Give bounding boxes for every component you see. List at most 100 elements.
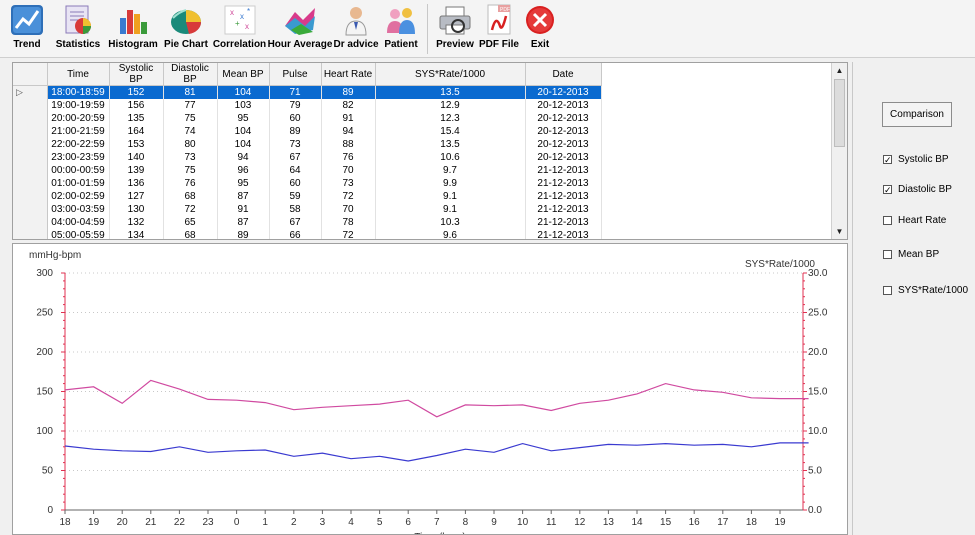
- table-row[interactable]: 21:00-21:59 164 74 104 89 94 15.4 20-12-2013: [13, 124, 602, 138]
- statistics-icon: [65, 5, 91, 34]
- column-header[interactable]: Heart Rate: [321, 63, 376, 86]
- table-cell: 73: [163, 150, 218, 164]
- y2-tick-label: 20.0: [808, 347, 828, 358]
- toolbar-hour-average-button[interactable]: Hour Average: [267, 0, 333, 58]
- comparison-button[interactable]: Comparison: [882, 102, 952, 127]
- toolbar-statistics-button[interactable]: Statistics: [50, 0, 106, 58]
- checkbox-unchecked-icon[interactable]: [883, 216, 892, 225]
- trend-chart-svg: 0501001502002503000.05.010.015.020.025.0…: [29, 250, 828, 534]
- row-header-cell[interactable]: [13, 150, 48, 164]
- toolbar-pie-chart-button[interactable]: Pie Chart: [160, 0, 212, 58]
- x-tick-label: 2: [291, 517, 297, 528]
- data-table: Time Systolic BP Diastolic BP Mean BP Pulse H…: [13, 63, 602, 239]
- x-tick-label: 21: [145, 517, 157, 528]
- y2-tick-label: 15.0: [808, 387, 828, 398]
- table-cell: 94: [217, 150, 270, 164]
- column-header[interactable]: Time: [47, 63, 110, 86]
- patient-icon: [387, 8, 415, 34]
- table-row[interactable]: 20:00-20:59 135 75 95 60 91 12.3 20-12-2013: [13, 111, 602, 125]
- table-cell: 104: [217, 124, 270, 138]
- y2-tick-label: 5.0: [808, 466, 822, 477]
- table-cell: 81: [163, 85, 218, 99]
- toolbar-pdf-file-button[interactable]: PDF PDF File: [478, 0, 520, 58]
- column-header[interactable]: SYS*Rate/1000: [375, 63, 526, 86]
- table-cell: 04:00-04:59: [47, 215, 110, 229]
- table-row[interactable]: 04:00-04:59 132 65 87 67 78 10.3 21-12-2013: [13, 215, 602, 229]
- checkbox-unchecked-icon[interactable]: [883, 286, 892, 295]
- checkbox-sys-rate-1000[interactable]: SYS*Rate/1000: [883, 285, 968, 296]
- table-cell: 66: [269, 228, 322, 239]
- table-cell: 87: [217, 215, 270, 229]
- row-header-cell[interactable]: [13, 163, 48, 177]
- row-header-cell[interactable]: [13, 176, 48, 190]
- checkbox-heart-rate[interactable]: Heart Rate: [883, 215, 946, 226]
- checkbox-checked-icon[interactable]: ✓: [883, 155, 892, 165]
- checkbox-checked-icon[interactable]: ✓: [883, 185, 892, 195]
- row-header-cell[interactable]: [13, 215, 48, 229]
- table-cell: 80: [163, 137, 218, 151]
- y-tick-label: 200: [36, 347, 53, 358]
- table-cell: 70: [321, 163, 376, 177]
- toolbar-dr-advice-label: Dr advice: [333, 39, 379, 50]
- table-row[interactable]: 00:00-00:59 139 75 96 64 70 9.7 21-12-2013: [13, 163, 602, 177]
- row-header-cell[interactable]: [13, 111, 48, 125]
- scrollbar-thumb[interactable]: [834, 79, 845, 147]
- y2-tick-label: 0.0: [808, 505, 822, 516]
- table-cell: 21-12-2013: [525, 202, 602, 216]
- toolbar-exit-button[interactable]: Exit: [520, 0, 560, 58]
- checkbox-systolic-bp[interactable]: ✓ Systolic BP: [883, 154, 949, 165]
- table-cell: 75: [163, 111, 218, 125]
- row-header-cell[interactable]: [13, 189, 48, 203]
- table-row[interactable]: 05:00-05:59 134 68 89 66 72 9.6 21-12-2013: [13, 228, 602, 239]
- table-cell: 94: [321, 124, 376, 138]
- column-header[interactable]: Pulse: [269, 63, 322, 86]
- column-header[interactable]: Diastolic BP: [163, 63, 218, 86]
- table-row[interactable]: 01:00-01:59 136 76 95 60 73 9.9 21-12-2013: [13, 176, 602, 190]
- table-row[interactable]: 03:00-03:59 130 72 91 58 70 9.1 21-12-2013: [13, 202, 602, 216]
- x-tick-label: 18: [746, 517, 758, 528]
- scroll-up-arrow-icon[interactable]: ▲: [832, 63, 847, 78]
- x-tick-label: 3: [320, 517, 326, 528]
- toolbar-patient-button[interactable]: Patient: [379, 0, 423, 58]
- toolbar-separator: [427, 4, 428, 54]
- toolbar-pie-chart-label: Pie Chart: [164, 39, 208, 50]
- table-cell: 153: [109, 137, 164, 151]
- table-row[interactable]: ▷ 18:00-18:59 152 81 104 71 89 13.5 20-12-2013: [13, 85, 602, 99]
- trend-icon: [11, 5, 43, 35]
- table-row[interactable]: 02:00-02:59 127 68 87 59 72 9.1 21-12-2013: [13, 189, 602, 203]
- table-cell: 05:00-05:59: [47, 228, 110, 239]
- vertical-scrollbar[interactable]: ▲ ▼: [831, 63, 847, 239]
- toolbar-preview-button[interactable]: Preview: [432, 0, 478, 58]
- column-header[interactable]: Date: [525, 63, 602, 86]
- checkbox-mean-bp[interactable]: Mean BP: [883, 249, 939, 260]
- table-row[interactable]: 19:00-19:59 156 77 103 79 82 12.9 20-12-2013: [13, 98, 602, 112]
- table-cell: 95: [217, 176, 270, 190]
- row-header-cell[interactable]: [13, 228, 48, 239]
- row-header-cell[interactable]: [13, 137, 48, 151]
- column-header[interactable]: Systolic BP: [109, 63, 164, 86]
- checkbox-unchecked-icon[interactable]: [883, 250, 892, 259]
- x-tick-label: 17: [717, 517, 729, 528]
- toolbar-correlation-button[interactable]: x x + x * Correlation: [212, 0, 267, 58]
- row-header-cell[interactable]: [13, 202, 48, 216]
- checkbox-diastolic-bp[interactable]: ✓ Diastolic BP: [883, 184, 952, 195]
- toolbar-histogram-button[interactable]: Histogram: [106, 0, 160, 58]
- column-header[interactable]: Mean BP: [217, 63, 270, 86]
- table-row[interactable]: 22:00-22:59 153 80 104 73 88 13.5 20-12-2013: [13, 137, 602, 151]
- table-cell: 103: [217, 98, 270, 112]
- table-row[interactable]: 23:00-23:59 140 73 94 67 76 10.6 20-12-2013: [13, 150, 602, 164]
- table-cell: 89: [321, 85, 376, 99]
- toolbar-histogram-label: Histogram: [108, 39, 158, 50]
- table-cell: 64: [269, 163, 322, 177]
- toolbar-trend-button[interactable]: Trend: [4, 0, 50, 58]
- table-cell: 18:00-18:59: [47, 85, 110, 99]
- scroll-down-arrow-icon[interactable]: ▼: [832, 224, 847, 239]
- x-tick-label: 12: [574, 517, 586, 528]
- row-header-cell[interactable]: [13, 98, 48, 112]
- row-header-cell[interactable]: ▷: [13, 85, 48, 99]
- checkbox-label: Diastolic BP: [898, 184, 952, 195]
- row-header-cell[interactable]: [13, 124, 48, 138]
- table-cell: 89: [217, 228, 270, 239]
- toolbar-exit-label: Exit: [530, 39, 550, 50]
- toolbar-dr-advice-button[interactable]: Dr advice: [333, 0, 379, 58]
